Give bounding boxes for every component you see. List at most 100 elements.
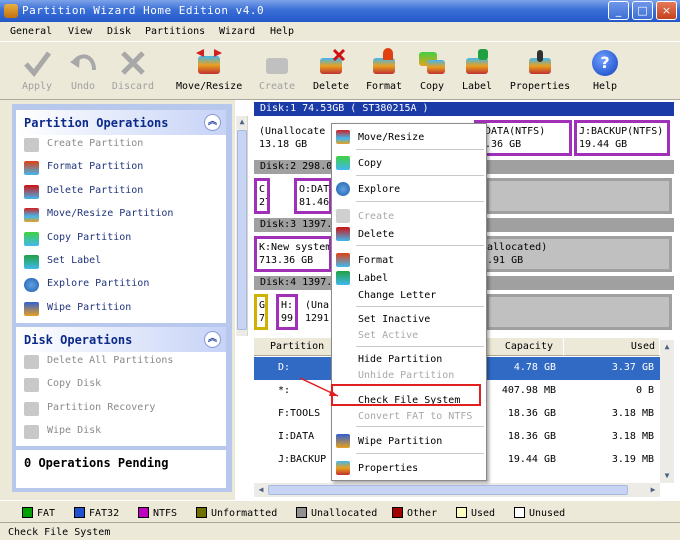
menu-item-move-resize[interactable]: Move/Resize: [332, 128, 486, 146]
scroll-down-arrow[interactable]: ▼: [661, 470, 673, 482]
help-button[interactable]: ? Help: [576, 46, 634, 98]
format-icon: [24, 161, 39, 176]
scroll-left-arrow[interactable]: ◀: [255, 484, 267, 496]
menu-item-properties[interactable]: Properties: [332, 459, 486, 477]
explore-icon: [24, 278, 39, 293]
pending-operations-title: 0 Operations Pending: [24, 456, 169, 470]
disk4-g-partition[interactable]: G7: [254, 294, 268, 330]
menu-item-delete[interactable]: Delete: [332, 225, 486, 243]
partition-operations-title: Partition Operations: [24, 116, 169, 130]
column-header-partition[interactable]: Partition: [254, 338, 332, 356]
format-icon: [369, 48, 399, 78]
create-disk-icon: [262, 48, 292, 78]
sidebar-item-delete-partition[interactable]: Delete Partition: [17, 182, 226, 205]
disk1-unallocated[interactable]: (Unallocate 13.18 GB: [254, 120, 328, 156]
menu-item-format[interactable]: Format: [332, 251, 486, 269]
create-button[interactable]: Create: [248, 46, 306, 98]
menu-view[interactable]: View: [68, 26, 92, 37]
title-bar: Partition Wizard Home Edition v4.0 _ □ ×: [0, 0, 680, 22]
legend-unused: Unused: [514, 507, 565, 519]
disk2-c-partition[interactable]: C:(NT27.94: [254, 178, 270, 214]
disk1-data-partition[interactable]: :DATA(NTFS) 3.36 GB: [474, 120, 572, 156]
wipe-icon: [336, 434, 350, 448]
menu-item-copy[interactable]: Copy: [332, 154, 486, 172]
move-resize-icon: [194, 48, 224, 78]
format-icon: [336, 253, 350, 267]
copy-icon: [336, 156, 350, 170]
sidebar-item-delete-all-partitions[interactable]: Delete All Partitions: [17, 352, 226, 375]
sidebar-item-copy-partition[interactable]: Copy Partition: [17, 229, 226, 252]
menu-item-label[interactable]: Label: [332, 269, 486, 287]
menu-bar: General View Disk Partitions Wizard Help: [0, 22, 680, 42]
menu-item-convert-fat-to-ntfs[interactable]: Convert FAT to NTFS: [332, 407, 486, 425]
maximize-button[interactable]: □: [632, 1, 653, 20]
menu-item-set-active[interactable]: Set Active: [332, 326, 486, 344]
discard-x-icon: [118, 48, 148, 78]
minimize-button[interactable]: _: [608, 1, 629, 20]
delete-all-icon: [24, 355, 39, 369]
disk2-o-partition[interactable]: O:DAT 81.46: [294, 178, 332, 214]
menu-partitions[interactable]: Partitions: [145, 26, 205, 37]
legend-unallocated: Unallocated: [296, 507, 377, 519]
disk-map-scrollbar[interactable]: ▲: [236, 116, 248, 336]
copy-icon: [24, 231, 39, 246]
legend-swatch: [22, 507, 33, 518]
menu-item-explore[interactable]: Explore: [332, 180, 486, 198]
sidebar-item-wipe-partition[interactable]: Wipe Partition: [17, 299, 226, 322]
scroll-thumb[interactable]: [268, 485, 628, 495]
close-button[interactable]: ×: [656, 1, 677, 20]
legend-swatch: [392, 507, 403, 518]
disk2-unallocated[interactable]: [486, 178, 672, 214]
menu-disk[interactable]: Disk: [107, 26, 131, 37]
sidebar-item-wipe-disk[interactable]: Wipe Disk: [17, 422, 226, 445]
menu-general[interactable]: General: [10, 26, 52, 37]
pointer-arrow-icon: [299, 377, 339, 397]
menu-item-create[interactable]: Create: [332, 207, 486, 225]
sidebar-item-partition-recovery[interactable]: Partition Recovery: [17, 399, 226, 422]
collapse-icon[interactable]: ︽: [204, 114, 221, 131]
window-title: Partition Wizard Home Edition v4.0: [22, 4, 265, 17]
partition-operations-panel: Partition Operations ︽ Create Partition …: [16, 110, 226, 323]
sidebar-item-create-partition[interactable]: Create Partition: [17, 135, 226, 158]
table-horizontal-scrollbar[interactable]: ◀ ▶: [254, 483, 660, 497]
menu-item-wipe-partition[interactable]: Wipe Partition: [332, 432, 486, 450]
sidebar-item-move-resize-partition[interactable]: Move/Resize Partition: [17, 205, 226, 228]
create-icon: [336, 209, 350, 223]
menu-wizard[interactable]: Wizard: [219, 26, 255, 37]
disk3-new-system-partition[interactable]: K:New system 713.36 GB: [254, 236, 332, 272]
discard-button[interactable]: Discard: [104, 46, 162, 98]
column-header-used[interactable]: Used: [564, 338, 660, 356]
menu-help[interactable]: Help: [270, 26, 294, 37]
sidebar-item-explore-partition[interactable]: Explore Partition: [17, 275, 226, 298]
disk4-h-partition[interactable]: H: 99.: [276, 294, 298, 330]
sidebar-item-format-partition[interactable]: Format Partition: [17, 158, 226, 181]
table-vertical-scrollbar[interactable]: ▲ ▼: [660, 340, 674, 483]
collapse-icon[interactable]: ︽: [204, 331, 221, 348]
undo-arrow-icon: [68, 48, 98, 78]
column-header-capacity[interactable]: Capacity: [486, 338, 564, 356]
scroll-right-arrow[interactable]: ▶: [647, 484, 659, 496]
label-icon: [24, 254, 39, 269]
disk4-unallocated[interactable]: (Una1291.: [300, 294, 332, 330]
disk4-unallocated-right[interactable]: [486, 294, 672, 330]
disk-1-header[interactable]: Disk:1 74.53GB ( ST380215A ): [254, 102, 674, 116]
legend-swatch: [456, 507, 467, 518]
label-button[interactable]: Label: [448, 46, 506, 98]
legend-swatch: [296, 507, 307, 518]
disk3-unallocated[interactable]: nallocated) 3.91 GB: [476, 236, 672, 272]
scroll-up-arrow[interactable]: ▲: [661, 341, 673, 353]
properties-button[interactable]: Properties: [508, 46, 572, 98]
sidebar-item-copy-disk[interactable]: Copy Disk: [17, 375, 226, 398]
sidebar-item-set-label[interactable]: Set Label: [17, 252, 226, 275]
menu-item-change-letter[interactable]: Change Letter: [332, 286, 486, 304]
legend-swatch: [138, 507, 149, 518]
help-icon: ?: [590, 48, 620, 78]
delete-button[interactable]: Delete: [302, 46, 360, 98]
scroll-up-arrow[interactable]: ▲: [236, 116, 248, 128]
delete-icon: [316, 48, 346, 78]
disk1-backup-partition[interactable]: J:BACKUP(NTFS) 19.44 GB: [574, 120, 670, 156]
copy-icon: [417, 48, 447, 78]
wipe-disk-icon: [24, 425, 39, 440]
wipe-icon: [24, 301, 39, 316]
move-resize-button[interactable]: Move/Resize: [176, 46, 242, 98]
